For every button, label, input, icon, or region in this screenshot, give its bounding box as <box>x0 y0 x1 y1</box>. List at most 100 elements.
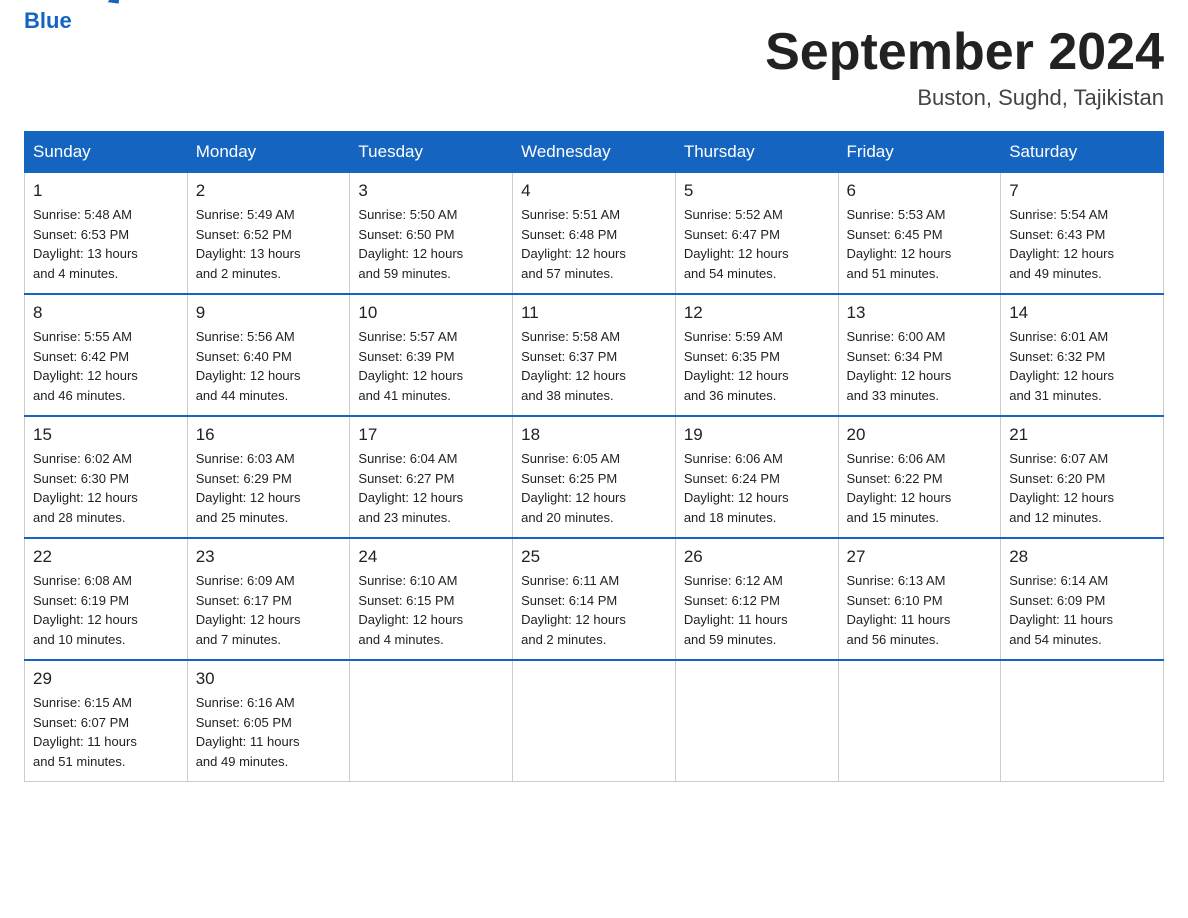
day-number: 5 <box>684 181 830 201</box>
calendar-day-cell: 18 Sunrise: 6:05 AMSunset: 6:25 PMDaylig… <box>513 416 676 538</box>
calendar-day-cell: 5 Sunrise: 5:52 AMSunset: 6:47 PMDayligh… <box>675 173 838 295</box>
calendar-day-cell: 13 Sunrise: 6:00 AMSunset: 6:34 PMDaylig… <box>838 294 1001 416</box>
day-info: Sunrise: 5:49 AMSunset: 6:52 PMDaylight:… <box>196 205 342 283</box>
day-number: 18 <box>521 425 667 445</box>
calendar-day-cell: 24 Sunrise: 6:10 AMSunset: 6:15 PMDaylig… <box>350 538 513 660</box>
calendar-day-cell <box>513 660 676 782</box>
col-thursday: Thursday <box>675 132 838 173</box>
calendar-day-cell: 2 Sunrise: 5:49 AMSunset: 6:52 PMDayligh… <box>187 173 350 295</box>
calendar-day-cell: 10 Sunrise: 5:57 AMSunset: 6:39 PMDaylig… <box>350 294 513 416</box>
calendar-day-cell: 25 Sunrise: 6:11 AMSunset: 6:14 PMDaylig… <box>513 538 676 660</box>
day-info: Sunrise: 6:03 AMSunset: 6:29 PMDaylight:… <box>196 449 342 527</box>
col-wednesday: Wednesday <box>513 132 676 173</box>
col-tuesday: Tuesday <box>350 132 513 173</box>
logo-general-part: General <box>24 0 106 6</box>
day-number: 17 <box>358 425 504 445</box>
day-info: Sunrise: 6:16 AMSunset: 6:05 PMDaylight:… <box>196 693 342 771</box>
location-text: Buston, Sughd, Tajikistan <box>765 85 1164 111</box>
calendar-week-row: 1 Sunrise: 5:48 AMSunset: 6:53 PMDayligh… <box>25 173 1164 295</box>
day-number: 2 <box>196 181 342 201</box>
day-number: 4 <box>521 181 667 201</box>
calendar-day-cell: 30 Sunrise: 6:16 AMSunset: 6:05 PMDaylig… <box>187 660 350 782</box>
calendar-week-row: 15 Sunrise: 6:02 AMSunset: 6:30 PMDaylig… <box>25 416 1164 538</box>
day-info: Sunrise: 6:13 AMSunset: 6:10 PMDaylight:… <box>847 571 993 649</box>
calendar-week-row: 29 Sunrise: 6:15 AMSunset: 6:07 PMDaylig… <box>25 660 1164 782</box>
day-number: 23 <box>196 547 342 567</box>
day-number: 22 <box>33 547 179 567</box>
day-info: Sunrise: 6:02 AMSunset: 6:30 PMDaylight:… <box>33 449 179 527</box>
day-number: 28 <box>1009 547 1155 567</box>
day-info: Sunrise: 5:48 AMSunset: 6:53 PMDaylight:… <box>33 205 179 283</box>
calendar-day-cell: 7 Sunrise: 5:54 AMSunset: 6:43 PMDayligh… <box>1001 173 1164 295</box>
calendar-day-cell: 4 Sunrise: 5:51 AMSunset: 6:48 PMDayligh… <box>513 173 676 295</box>
month-title: September 2024 <box>765 24 1164 81</box>
day-number: 13 <box>847 303 993 323</box>
day-number: 10 <box>358 303 504 323</box>
day-number: 15 <box>33 425 179 445</box>
day-info: Sunrise: 6:09 AMSunset: 6:17 PMDaylight:… <box>196 571 342 649</box>
day-info: Sunrise: 5:52 AMSunset: 6:47 PMDaylight:… <box>684 205 830 283</box>
calendar-day-cell: 11 Sunrise: 5:58 AMSunset: 6:37 PMDaylig… <box>513 294 676 416</box>
day-number: 30 <box>196 669 342 689</box>
calendar-day-cell: 23 Sunrise: 6:09 AMSunset: 6:17 PMDaylig… <box>187 538 350 660</box>
calendar-day-cell: 17 Sunrise: 6:04 AMSunset: 6:27 PMDaylig… <box>350 416 513 538</box>
day-info: Sunrise: 6:06 AMSunset: 6:22 PMDaylight:… <box>847 449 993 527</box>
day-info: Sunrise: 5:50 AMSunset: 6:50 PMDaylight:… <box>358 205 504 283</box>
day-info: Sunrise: 6:12 AMSunset: 6:12 PMDaylight:… <box>684 571 830 649</box>
calendar-day-cell <box>838 660 1001 782</box>
page-header: General General General Blue September 2… <box>24 24 1164 111</box>
day-number: 12 <box>684 303 830 323</box>
day-info: Sunrise: 5:59 AMSunset: 6:35 PMDaylight:… <box>684 327 830 405</box>
calendar-day-cell: 1 Sunrise: 5:48 AMSunset: 6:53 PMDayligh… <box>25 173 188 295</box>
day-info: Sunrise: 5:57 AMSunset: 6:39 PMDaylight:… <box>358 327 504 405</box>
day-number: 3 <box>358 181 504 201</box>
day-info: Sunrise: 5:56 AMSunset: 6:40 PMDaylight:… <box>196 327 342 405</box>
day-number: 27 <box>847 547 993 567</box>
day-info: Sunrise: 6:05 AMSunset: 6:25 PMDaylight:… <box>521 449 667 527</box>
day-info: Sunrise: 6:01 AMSunset: 6:32 PMDaylight:… <box>1009 327 1155 405</box>
day-number: 6 <box>847 181 993 201</box>
calendar-day-cell <box>1001 660 1164 782</box>
day-info: Sunrise: 5:58 AMSunset: 6:37 PMDaylight:… <box>521 327 667 405</box>
day-info: Sunrise: 6:04 AMSunset: 6:27 PMDaylight:… <box>358 449 504 527</box>
calendar-day-cell <box>350 660 513 782</box>
col-saturday: Saturday <box>1001 132 1164 173</box>
calendar-day-cell: 9 Sunrise: 5:56 AMSunset: 6:40 PMDayligh… <box>187 294 350 416</box>
calendar-day-cell: 27 Sunrise: 6:13 AMSunset: 6:10 PMDaylig… <box>838 538 1001 660</box>
col-friday: Friday <box>838 132 1001 173</box>
day-number: 9 <box>196 303 342 323</box>
calendar-day-cell: 16 Sunrise: 6:03 AMSunset: 6:29 PMDaylig… <box>187 416 350 538</box>
calendar-day-cell: 20 Sunrise: 6:06 AMSunset: 6:22 PMDaylig… <box>838 416 1001 538</box>
day-number: 25 <box>521 547 667 567</box>
day-number: 19 <box>684 425 830 445</box>
day-number: 21 <box>1009 425 1155 445</box>
day-number: 14 <box>1009 303 1155 323</box>
calendar-day-cell: 26 Sunrise: 6:12 AMSunset: 6:12 PMDaylig… <box>675 538 838 660</box>
logo-arrow-icon <box>108 0 122 4</box>
day-info: Sunrise: 5:51 AMSunset: 6:48 PMDaylight:… <box>521 205 667 283</box>
day-info: Sunrise: 5:54 AMSunset: 6:43 PMDaylight:… <box>1009 205 1155 283</box>
logo: General General General Blue <box>24 24 184 94</box>
day-info: Sunrise: 6:06 AMSunset: 6:24 PMDaylight:… <box>684 449 830 527</box>
day-number: 16 <box>196 425 342 445</box>
day-number: 8 <box>33 303 179 323</box>
calendar-day-cell: 14 Sunrise: 6:01 AMSunset: 6:32 PMDaylig… <box>1001 294 1164 416</box>
day-info: Sunrise: 5:53 AMSunset: 6:45 PMDaylight:… <box>847 205 993 283</box>
day-number: 20 <box>847 425 993 445</box>
day-number: 29 <box>33 669 179 689</box>
calendar-header-row: Sunday Monday Tuesday Wednesday Thursday… <box>25 132 1164 173</box>
day-info: Sunrise: 6:00 AMSunset: 6:34 PMDaylight:… <box>847 327 993 405</box>
calendar-day-cell: 28 Sunrise: 6:14 AMSunset: 6:09 PMDaylig… <box>1001 538 1164 660</box>
col-sunday: Sunday <box>25 132 188 173</box>
day-number: 26 <box>684 547 830 567</box>
day-info: Sunrise: 6:08 AMSunset: 6:19 PMDaylight:… <box>33 571 179 649</box>
day-info: Sunrise: 6:15 AMSunset: 6:07 PMDaylight:… <box>33 693 179 771</box>
calendar-day-cell: 6 Sunrise: 5:53 AMSunset: 6:45 PMDayligh… <box>838 173 1001 295</box>
day-info: Sunrise: 6:10 AMSunset: 6:15 PMDaylight:… <box>358 571 504 649</box>
calendar-week-row: 22 Sunrise: 6:08 AMSunset: 6:19 PMDaylig… <box>25 538 1164 660</box>
title-block: September 2024 Buston, Sughd, Tajikistan <box>765 24 1164 111</box>
day-info: Sunrise: 5:55 AMSunset: 6:42 PMDaylight:… <box>33 327 179 405</box>
day-number: 24 <box>358 547 504 567</box>
calendar-day-cell: 19 Sunrise: 6:06 AMSunset: 6:24 PMDaylig… <box>675 416 838 538</box>
calendar-day-cell: 21 Sunrise: 6:07 AMSunset: 6:20 PMDaylig… <box>1001 416 1164 538</box>
